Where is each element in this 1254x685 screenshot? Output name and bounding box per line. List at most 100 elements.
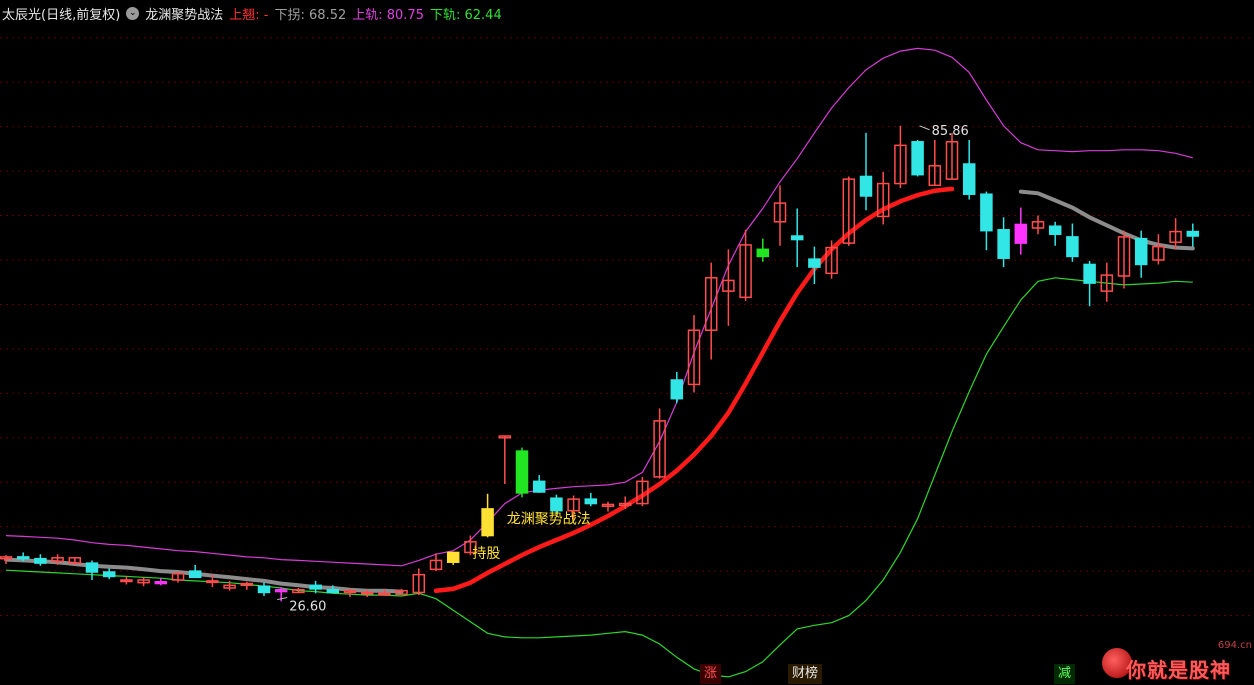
candle (1083, 260, 1096, 307)
candle (808, 246, 821, 284)
candle-body (1083, 263, 1096, 284)
candle (412, 568, 426, 596)
zhang-badge[interactable]: 涨 (700, 664, 722, 684)
candle (515, 447, 529, 498)
candle-body (515, 450, 529, 494)
candle (498, 435, 512, 484)
candle-body (997, 229, 1010, 259)
candle-body (378, 592, 391, 596)
candle (980, 191, 993, 251)
candle (137, 577, 150, 587)
trend-lines (4, 186, 1195, 594)
candle (962, 140, 976, 200)
candle (257, 582, 271, 596)
candle (1031, 215, 1045, 235)
candle (1048, 221, 1062, 246)
candle-body (1014, 223, 1028, 244)
candle-body (481, 508, 494, 537)
hold-label: 持股 (472, 546, 500, 562)
candle-body (1186, 230, 1200, 237)
lower-band-line (5, 277, 1193, 678)
stock-title[interactable]: 太辰光(日线,前复权) (2, 4, 120, 23)
candle-body (257, 585, 271, 594)
candle-body (206, 580, 219, 584)
candle-body (274, 589, 288, 593)
candle (704, 262, 718, 360)
candle-body (154, 581, 168, 585)
candle (154, 578, 168, 586)
chart-window: 85.86 26.60 龙渊聚势战法 持股 太辰光(日线,前复权) ⌄ 龙渊聚势战法 … (0, 0, 1254, 685)
candle-body (309, 584, 322, 590)
candle (756, 238, 770, 262)
candlestick-chart[interactable]: 85.86 26.60 龙渊聚势战法持股 (0, 0, 1254, 685)
candle-body (16, 556, 30, 560)
bollinger-bands (5, 47, 1193, 678)
annotations-layer: 85.86 26.60 龙渊聚势战法持股 (277, 124, 969, 614)
grid-lines (0, 37, 1254, 617)
candle (653, 408, 666, 479)
candle (945, 132, 959, 180)
candle (188, 564, 202, 579)
candle-body (1066, 236, 1079, 258)
indicator-name[interactable]: 龙渊聚势战法 (145, 4, 223, 23)
candle-body (1134, 237, 1148, 266)
site-logo: 694.cn 你就是股神 (1098, 640, 1252, 684)
candle (68, 556, 82, 565)
candle (722, 249, 735, 326)
candle-body (980, 193, 993, 232)
circle-chevron-icon[interactable]: ⌄ (126, 6, 140, 20)
candle-body (962, 163, 976, 195)
logo-text: 你就是股神 (1126, 658, 1231, 682)
lower-band-value: 下轨: 62.44 (429, 7, 502, 23)
candle (120, 576, 133, 585)
candle (584, 492, 598, 507)
candle (1117, 230, 1131, 289)
candle (773, 185, 787, 246)
candle-body (360, 591, 374, 595)
upper-band-value: 上轨: 80.75 (352, 7, 424, 23)
candle (446, 551, 460, 565)
candle-body (102, 571, 116, 578)
up-line-value: 上翘: - (229, 7, 269, 23)
candle (85, 560, 99, 580)
candle-body (1048, 225, 1062, 235)
trend-gray-line (4, 189, 1195, 594)
candle-body (670, 379, 684, 400)
candle-body (584, 498, 598, 505)
candle-body (756, 248, 770, 258)
candle (876, 172, 890, 225)
candle-body (446, 551, 460, 563)
candle (859, 132, 873, 211)
low-marker-label: 26.60 (289, 599, 326, 614)
caibang-badge[interactable]: 财榜 (788, 664, 823, 684)
candle (687, 315, 701, 393)
candle-body (326, 589, 340, 594)
candle (911, 140, 924, 177)
down-turn-value: 下拐: 68.52 (274, 7, 347, 23)
candles-layer (0, 125, 1200, 602)
candle-body (532, 480, 546, 493)
candle (343, 588, 357, 597)
chart-header: 太辰光(日线,前复权) ⌄ 龙渊聚势战法 上翘: - 下拐: 68.52 上轨:… (0, 0, 1254, 26)
candle-body (188, 570, 202, 579)
candle (790, 208, 804, 268)
candle (481, 493, 494, 538)
low-marker-arrow (277, 597, 288, 601)
candle (1152, 234, 1165, 265)
candle (171, 572, 185, 583)
candle-body (34, 557, 47, 564)
candle (532, 475, 546, 493)
upper-band-line (5, 47, 1193, 567)
signal-label: 龙渊聚势战法 (507, 511, 591, 527)
candle-body (120, 579, 133, 583)
candle (1186, 223, 1200, 247)
jian-badge[interactable]: 减 (1054, 664, 1076, 684)
candle-body (859, 175, 873, 197)
candle-body (550, 497, 563, 512)
candle-body (85, 562, 99, 573)
candle-body (808, 258, 821, 268)
candle (1014, 207, 1028, 255)
candle (1066, 223, 1079, 262)
logo-site: 694.cn (1217, 640, 1252, 651)
candle (240, 581, 254, 590)
